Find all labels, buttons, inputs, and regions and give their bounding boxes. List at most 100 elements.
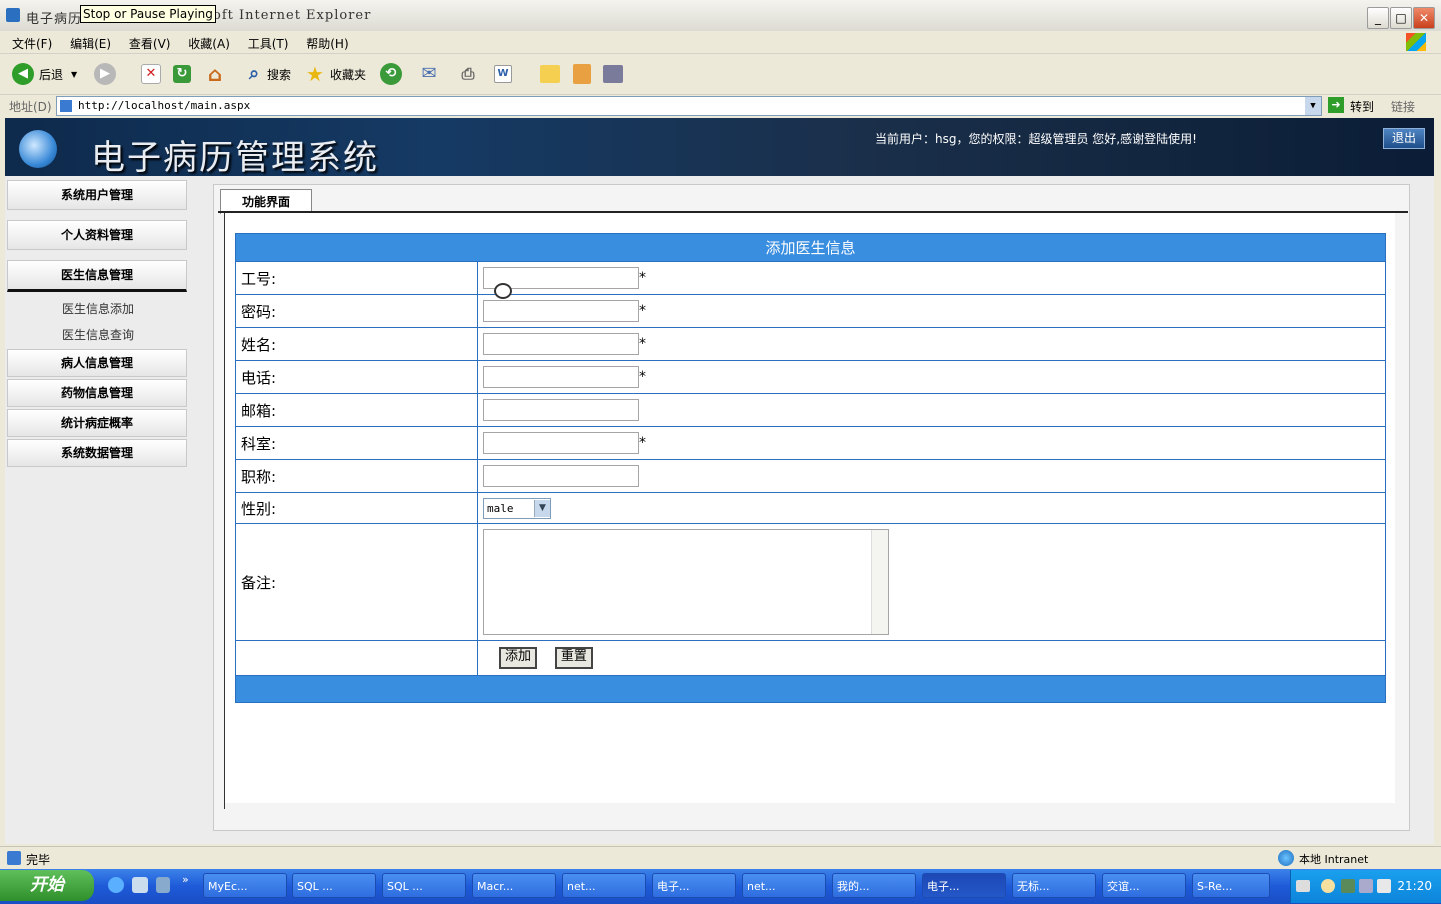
quicklaunch-more-icon[interactable]: » [182,873,189,886]
task-item[interactable]: SQL ... [382,873,466,898]
task-item[interactable]: Macr... [472,873,556,898]
close-button[interactable]: ✕ [1413,7,1435,29]
label-title: 职称: [235,459,478,493]
folder-button[interactable] [540,62,560,86]
quicklaunch-media-icon[interactable] [156,877,170,893]
gender-select[interactable]: male ▼ [483,497,551,519]
stop-icon: ✕ [141,64,161,84]
remark-scrollbar[interactable] [871,530,888,634]
tray-arrow-icon[interactable] [1321,879,1335,893]
app-title: 电子病历管理系统 [91,138,379,178]
forward-button[interactable]: ▶ [94,62,116,86]
address-label: 地址(D) [9,100,52,114]
sidebar-item-drug-info[interactable]: 药物信息管理 [7,379,187,407]
quicklaunch-ie-icon[interactable] [108,877,124,893]
task-item[interactable]: net... [562,873,646,898]
network-icon[interactable] [1341,879,1355,893]
search-icon: ⌕ [248,63,260,84]
sidebar-item-system-users[interactable]: 系统用户管理 [7,180,187,210]
logout-button[interactable]: 退出 [1383,128,1425,149]
print-button[interactable]: ⎙ [457,62,479,86]
page-done-icon [7,851,21,865]
research-button[interactable] [573,62,591,86]
maximize-button[interactable]: □ [1390,7,1412,29]
email-input[interactable] [483,399,639,421]
remark-textarea[interactable] [483,529,889,635]
refresh-button[interactable]: ↻ [173,62,191,86]
stop-button[interactable]: ✕ [141,62,161,86]
task-item[interactable]: MyEc... [203,873,287,898]
task-item[interactable]: 无标... [1012,873,1096,898]
go-arrow-icon[interactable]: ➜ [1328,97,1344,113]
start-button[interactable]: 开始 [0,870,94,901]
volume-icon[interactable] [1377,879,1391,893]
favorites-button[interactable]: ★ 收藏夹 [304,62,366,86]
menu-file[interactable]: 文件(F) [0,31,59,56]
label-password: 密码: [235,294,478,328]
favorites-label: 收藏夹 [330,67,367,82]
mail-button[interactable]: ✉ [418,62,440,86]
menu-view[interactable]: 查看(V) [122,31,178,56]
gender-selected-value: male [487,501,514,515]
department-input[interactable] [483,432,639,454]
task-item[interactable]: 我的... [832,873,916,898]
address-dropdown-icon[interactable]: ▼ [1305,97,1321,115]
sidebar-item-profile[interactable]: 个人资料管理 [7,220,187,250]
back-label: 后退 [39,67,64,82]
task-item-active[interactable]: 电子... [922,873,1006,898]
system-tray: 21:20 [1290,870,1441,903]
sidebar-item-disease-stats[interactable]: 统计病症概率 [7,409,187,437]
keyboard-icon[interactable] [1296,880,1310,892]
sidebar-subitem-query-doctor[interactable]: 医生信息查询 [13,323,183,347]
sidebar-item-system-data[interactable]: 系统数据管理 [7,439,187,467]
app-logo-icon [19,130,57,168]
search-label: 搜索 [267,67,292,82]
menu-help[interactable]: 帮助(H) [299,31,355,56]
task-item[interactable]: 交谊... [1102,873,1186,898]
word-edit-icon: W [494,65,512,83]
page-icon [60,100,72,112]
windows-logo-icon [1406,33,1426,51]
sidebar-subitem-add-doctor[interactable]: 医生信息添加 [13,297,183,321]
task-item[interactable]: 电子... [652,873,736,898]
sidebar-item-doctor-info[interactable]: 医生信息管理 [7,260,187,292]
task-item[interactable]: S-Re... [1192,873,1270,898]
required-mark: * [639,369,646,385]
label-gender: 性别: [235,492,478,524]
required-mark: * [639,435,646,451]
menu-tools[interactable]: 工具(T) [241,31,296,56]
go-button[interactable]: 转到 [1350,98,1374,115]
label-department: 科室: [235,426,478,460]
buttons-label-cell [235,640,478,676]
history-button[interactable]: ⟲ [380,62,402,86]
address-input[interactable]: http://localhost/main.aspx ▼ [56,96,1322,116]
task-item[interactable]: SQL ... [292,873,376,898]
edit-button[interactable]: W [494,62,512,86]
menu-edit[interactable]: 编辑(E) [63,31,118,56]
phone-input[interactable] [483,366,639,388]
status-text: 完毕 [26,853,51,867]
add-button[interactable]: 添加 [499,647,538,669]
label-phone: 电话: [235,360,478,394]
page-area: 系统用户管理 个人资料管理 医生信息管理 医生信息添加 医生信息查询 病人信息管… [5,176,1434,844]
chevron-down-icon[interactable]: ▼ [534,499,550,517]
reset-button[interactable]: 重置 [554,647,593,669]
form-title: 添加医生信息 [235,233,1386,262]
minimize-button[interactable]: _ [1367,7,1389,29]
messenger-button[interactable] [603,62,623,86]
window-title-bar[interactable]: 电子病历 oft Internet Explorer Stop or Pause… [0,0,1441,32]
sidebar-item-patient-info[interactable]: 病人信息管理 [7,349,187,377]
search-button[interactable]: ⌕ 搜索 [243,62,291,86]
task-item[interactable]: net... [742,873,826,898]
name-input[interactable] [483,333,639,355]
required-mark: * [639,336,646,352]
quicklaunch-desktop-icon[interactable] [132,877,148,893]
menu-favorites[interactable]: 收藏(A) [181,31,237,56]
back-button[interactable]: ◀ 后退 ▼ [12,62,77,86]
tray-app-icon[interactable] [1359,879,1373,893]
home-button[interactable]: ⌂ [204,62,226,86]
title-input[interactable] [483,465,639,487]
links-button[interactable]: 链接 [1391,98,1415,115]
password-input[interactable] [483,300,639,322]
home-icon: ⌂ [207,62,223,86]
